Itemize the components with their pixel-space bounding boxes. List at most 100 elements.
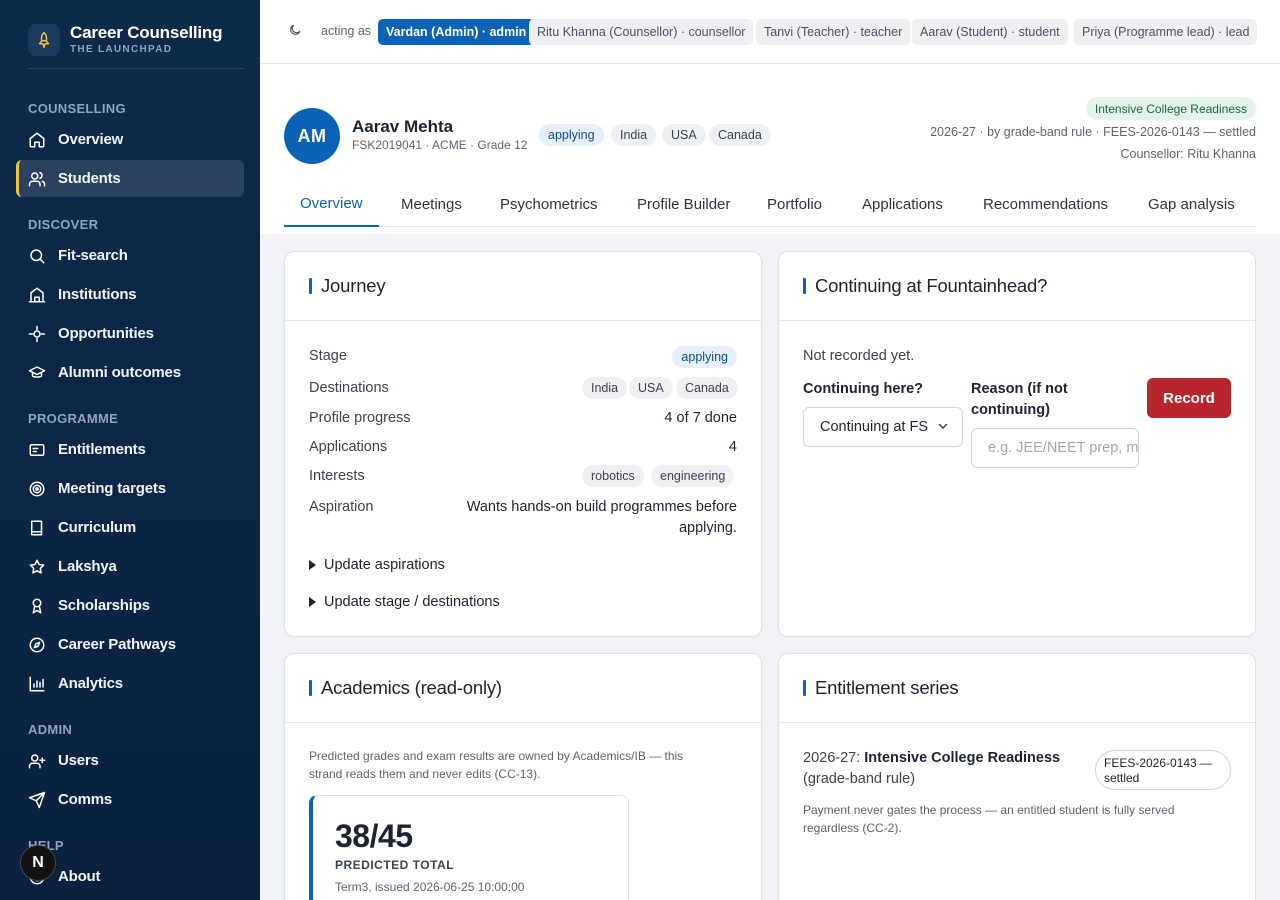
destination-pill: USA xyxy=(629,377,673,399)
users-icon xyxy=(28,171,46,186)
sidebar-item-label: Career Pathways xyxy=(58,636,176,653)
tab-applications[interactable]: Applications xyxy=(862,182,943,227)
reason-input[interactable]: e.g. JEE/NEET prep, moving abroad xyxy=(971,428,1139,468)
chevron-down-icon xyxy=(938,423,948,430)
section-admin: ADMIN xyxy=(28,722,73,737)
aspiration-label: Aspiration xyxy=(309,499,374,515)
entitlement-note-line1: Payment never gates the process — an ent… xyxy=(803,803,1175,817)
aspiration-value-line1: Wants hands-on build programmes before xyxy=(466,499,737,515)
role-chip-admin[interactable]: Vardan (Admin) · admin xyxy=(378,19,535,45)
predicted-total-value: 38/45 xyxy=(335,818,413,854)
applications-value: 4 xyxy=(728,439,737,455)
brand: Career Counselling THE LAUNCHPAD xyxy=(28,22,244,69)
update-aspirations-toggle[interactable]: Update aspirations xyxy=(309,557,445,573)
sidebar-item-users[interactable]: Users xyxy=(16,742,244,779)
compass-icon xyxy=(29,637,45,652)
tab-overview[interactable]: Overview xyxy=(284,182,379,227)
sidebar-item-label: Curriculum xyxy=(58,519,137,536)
role-chip-student[interactable]: Aarav (Student) · student xyxy=(912,19,1068,45)
section-programme: PROGRAMME xyxy=(28,411,119,426)
record-button[interactable]: Record xyxy=(1147,378,1231,418)
continuing-select[interactable]: Continuing at FS xyxy=(803,407,963,447)
tab-recommendations[interactable]: Recommendations xyxy=(983,182,1108,227)
topbar: acting as Vardan (Admin) · admin Ritu Kh… xyxy=(260,0,1280,64)
sidebar-item-entitlements[interactable]: Entitlements xyxy=(16,431,244,468)
destinations-label: Destinations xyxy=(309,380,389,396)
section-counselling: COUNSELLING xyxy=(28,101,126,116)
tab-portfolio[interactable]: Portfolio xyxy=(767,182,822,227)
sidebar-item-label: Comms xyxy=(58,791,113,808)
sidebar-item-overview[interactable]: Overview xyxy=(16,121,244,158)
sidebar: Career Counselling THE LAUNCHPAD COUNSEL… xyxy=(0,0,260,900)
academics-card: Academics (read-only) Predicted grades a… xyxy=(284,653,762,900)
role-chip-counsellor[interactable]: Ritu Khanna (Counsellor) · counsellor xyxy=(529,19,754,45)
tab-psychometrics[interactable]: Psychometrics xyxy=(500,182,598,227)
stage-badge: applying xyxy=(539,124,604,146)
sidebar-item-lakshya[interactable]: Lakshya xyxy=(16,548,244,585)
predicted-issued: Term3, issued 2026-06-25 10:00:00 xyxy=(335,880,525,894)
user-plus-icon xyxy=(28,753,46,768)
card-header: Journey xyxy=(285,252,761,321)
sidebar-item-institutions[interactable]: Institutions xyxy=(16,276,244,313)
sidebar-item-label: About xyxy=(58,868,101,885)
aspiration-value-line2: applying. xyxy=(678,520,737,536)
applications-label: Applications xyxy=(309,439,388,455)
predicted-grade-box: 38/45 PREDICTED TOTAL Term3, issued 2026… xyxy=(309,795,629,900)
interests-label: Interests xyxy=(309,468,365,484)
sidebar-item-label: Institutions xyxy=(58,286,137,303)
stage-badge: applying xyxy=(672,346,737,368)
sidebar-item-students[interactable]: Students xyxy=(16,160,244,197)
card-title: Continuing at Fountainhead? xyxy=(803,275,1047,297)
sidebar-item-curriculum[interactable]: Curriculum xyxy=(16,509,244,546)
sidebar-item-label: Scholarships xyxy=(58,597,150,614)
card-title: Entitlement series xyxy=(803,677,959,699)
sparkle-icon xyxy=(28,325,46,342)
send-icon xyxy=(28,791,46,808)
update-stage-toggle[interactable]: Update stage / destinations xyxy=(309,594,500,610)
fees-line: 2026-27 · by grade-band rule · FEES-2026… xyxy=(930,125,1256,139)
sidebar-item-analytics[interactable]: Analytics xyxy=(16,665,244,702)
rocket-logo-icon xyxy=(28,24,60,56)
tab-gap-analysis[interactable]: Gap analysis xyxy=(1148,182,1235,227)
award-icon xyxy=(32,598,42,613)
fees-badge-line1: FEES-2026-0143 — xyxy=(1104,756,1213,770)
sidebar-item-label: Entitlements xyxy=(58,441,146,458)
academics-note-line2: strand reads them and never edits (CC-13… xyxy=(309,767,541,781)
destination-pill: Canada xyxy=(676,377,738,399)
brand-title: Career Counselling xyxy=(70,23,223,42)
tab-bar: Overview Meetings Psychometrics Profile … xyxy=(284,182,1256,227)
next-dev-badge[interactable]: N xyxy=(20,845,56,881)
card-title: Academics (read-only) xyxy=(309,677,502,699)
sidebar-item-comms[interactable]: Comms xyxy=(16,781,244,818)
graduation-cap-icon xyxy=(28,365,46,378)
sidebar-item-alumni-outcomes[interactable]: Alumni outcomes xyxy=(16,354,244,391)
sidebar-item-label: Alumni outcomes xyxy=(58,364,181,381)
role-chip-lead[interactable]: Priya (Programme lead) · lead xyxy=(1074,19,1258,45)
card-title: Journey xyxy=(309,275,386,297)
entitlement-programme: Intensive College Readiness xyxy=(864,750,1061,766)
sidebar-item-scholarships[interactable]: Scholarships xyxy=(16,587,244,624)
tab-meetings[interactable]: Meetings xyxy=(401,182,462,227)
tab-profile-builder[interactable]: Profile Builder xyxy=(637,182,730,227)
toggle-label: Update stage / destinations xyxy=(324,594,500,610)
sidebar-item-fit-search[interactable]: Fit-search xyxy=(16,237,244,274)
entitlement-line: 2026-27: Intensive College Readiness (gr… xyxy=(803,748,1083,790)
moon-icon[interactable] xyxy=(288,22,304,40)
continuing-status: Not recorded yet. xyxy=(803,348,915,364)
select-value: Continuing at FS xyxy=(820,419,929,435)
brand-subtitle: THE LAUNCHPAD xyxy=(70,44,173,55)
search-icon xyxy=(30,248,45,263)
main-content: AM Aarav Mehta FSK2019041 · ACME · Grade… xyxy=(260,64,1280,900)
profile-progress-value: 4 of 7 done xyxy=(664,410,737,426)
destination-pill: USA xyxy=(662,124,706,146)
student-meta: FSK2019041 · ACME · Grade 12 xyxy=(352,138,528,152)
sidebar-item-label: Overview xyxy=(58,131,124,148)
predicted-total-label: PREDICTED TOTAL xyxy=(335,858,455,872)
continuing-card: Continuing at Fountainhead? Not recorded… xyxy=(778,251,1256,637)
sidebar-item-career-pathways[interactable]: Career Pathways xyxy=(16,626,244,663)
sidebar-item-label: Analytics xyxy=(58,675,123,692)
sidebar-item-meeting-targets[interactable]: Meeting targets xyxy=(16,470,244,507)
role-chip-teacher[interactable]: Tanvi (Teacher) · teacher xyxy=(756,19,911,45)
continuing-question-label: Continuing here? xyxy=(803,381,924,397)
sidebar-item-opportunities[interactable]: Opportunities xyxy=(16,315,244,352)
